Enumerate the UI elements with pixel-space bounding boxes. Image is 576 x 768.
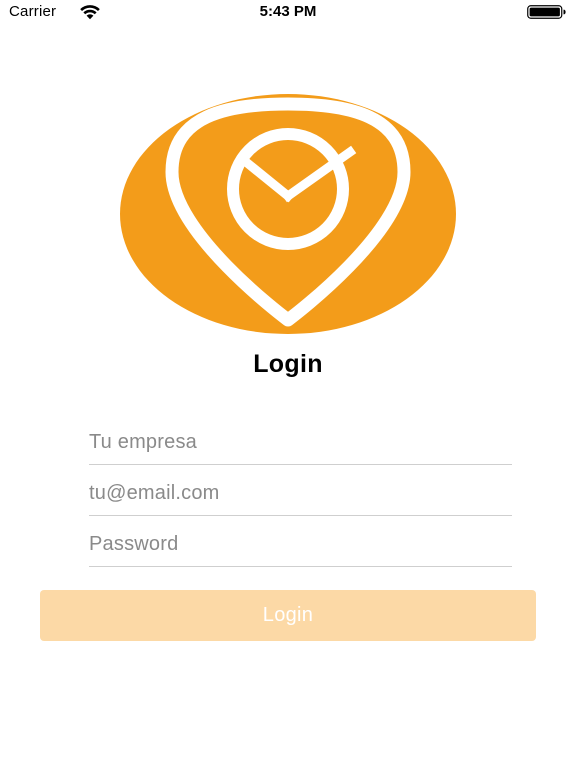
email-field-container [89, 465, 512, 516]
password-input[interactable] [89, 533, 512, 556]
login-button[interactable]: Login [40, 590, 536, 641]
status-bar: Carrier 5:43 PM [0, 0, 576, 24]
email-input[interactable] [89, 482, 512, 505]
company-input[interactable] [89, 431, 512, 454]
page-title: Login [253, 350, 323, 378]
company-field-container [89, 414, 512, 465]
battery-icon [527, 5, 566, 19]
password-field-container [89, 516, 512, 567]
location-pin-clock-icon [120, 94, 456, 334]
status-time: 5:43 PM [259, 3, 317, 20]
